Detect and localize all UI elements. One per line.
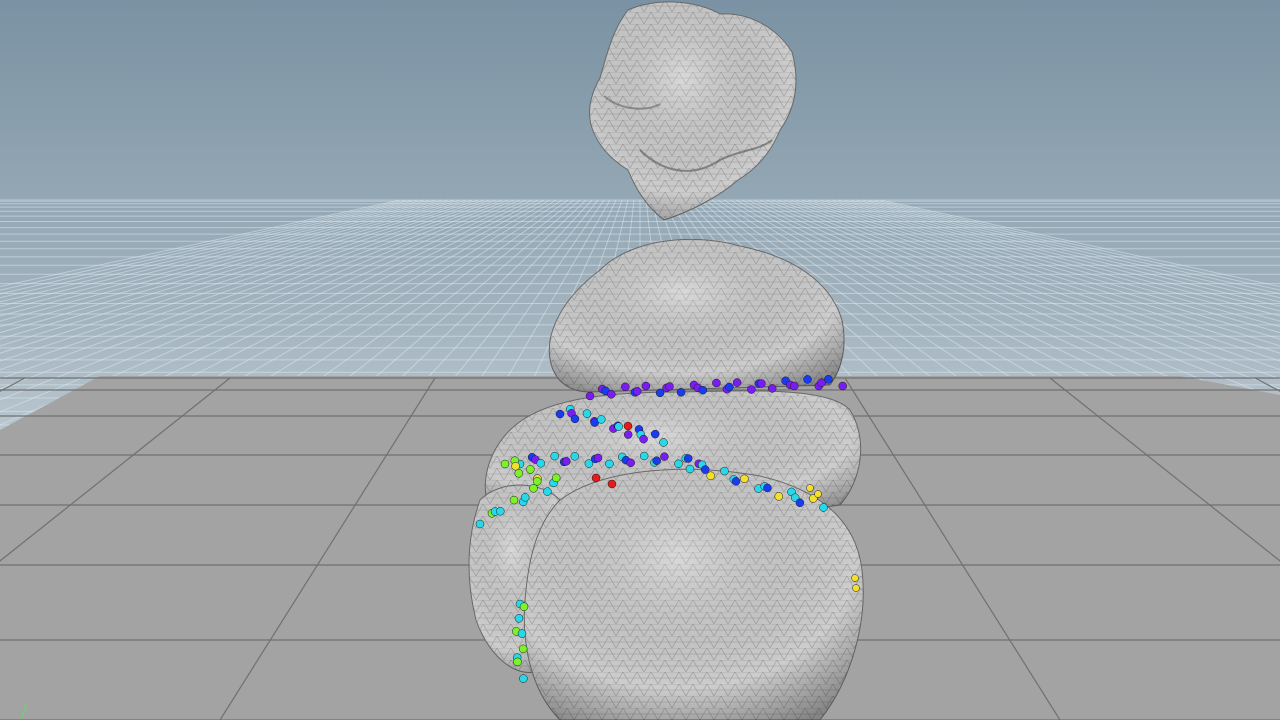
constraint-point <box>593 453 603 463</box>
constraint-point <box>520 493 530 502</box>
constraint-point <box>774 492 784 501</box>
constraint-point <box>511 461 520 471</box>
constraint-point <box>700 465 710 474</box>
constraint-point <box>698 385 708 395</box>
constraint-point <box>795 498 805 508</box>
constraint-point <box>532 477 542 486</box>
constraint-point <box>851 574 859 582</box>
constraint-point <box>536 459 546 468</box>
constraint-point <box>747 385 756 394</box>
constraint-point <box>570 414 580 424</box>
constraint-point <box>517 629 527 638</box>
constraint-point <box>555 409 565 419</box>
constraint-point <box>720 466 729 476</box>
constraint-point <box>659 438 668 447</box>
constraint-point <box>513 657 522 667</box>
constraint-point <box>519 602 529 611</box>
constraint-point-highlight <box>607 479 617 489</box>
constraint-point <box>660 452 669 461</box>
constraint-point <box>838 381 847 391</box>
constraint-point <box>706 471 715 481</box>
constraint-point-highlight <box>591 473 601 483</box>
constraint-point <box>740 474 749 484</box>
constraint-point <box>824 375 833 384</box>
constraint-point <box>731 477 741 486</box>
constraint-point <box>674 459 683 469</box>
constraint-point <box>597 415 606 424</box>
constraint-point <box>655 388 665 398</box>
constraint-point <box>639 434 648 444</box>
constraint-point <box>543 487 552 496</box>
constraint-point <box>475 519 485 529</box>
constraint-point <box>570 452 580 461</box>
constraint-point <box>550 451 559 461</box>
constraint-point <box>790 381 799 391</box>
constraint-point <box>683 454 693 463</box>
constraint-point <box>665 382 674 391</box>
constraint-point <box>621 382 630 392</box>
constraint-point <box>509 495 519 505</box>
constraint-point <box>496 507 505 516</box>
constraint-point <box>650 429 660 439</box>
constraint-point <box>641 381 651 391</box>
constraint-point <box>605 459 614 469</box>
constraint-point <box>632 387 642 396</box>
constraint-point <box>803 375 812 384</box>
constraint-point <box>767 384 777 393</box>
constraint-point <box>626 458 635 468</box>
constraint-point <box>582 409 592 418</box>
constraint-point <box>712 378 721 388</box>
viewport-scene[interactable] <box>0 0 1280 720</box>
constraint-point <box>551 473 561 483</box>
constraint-point <box>819 503 828 512</box>
constraint-point <box>814 490 822 498</box>
constraint-point <box>514 469 524 478</box>
constraint-point <box>763 483 772 493</box>
3d-viewport[interactable] <box>0 0 1280 720</box>
constraint-point <box>585 391 595 401</box>
constraint-point <box>529 484 538 493</box>
constraint-point <box>623 430 633 439</box>
constraint-point <box>500 459 510 469</box>
constraint-point <box>732 378 742 387</box>
constraint-point <box>639 451 649 461</box>
constraint-point <box>806 484 814 492</box>
constraint-point <box>676 388 686 397</box>
constraint-point <box>652 456 661 465</box>
constraint-point-highlight <box>623 421 633 431</box>
constraint-point <box>614 422 623 431</box>
constraint-point <box>519 674 528 683</box>
constraint-point <box>685 464 695 474</box>
constraint-point <box>757 379 766 388</box>
constraint-point <box>562 457 571 466</box>
constraint-point <box>514 614 524 623</box>
constraint-point <box>518 644 528 654</box>
constraint-point <box>852 584 860 592</box>
constraint-point <box>725 382 734 392</box>
constraint-point <box>607 390 616 399</box>
constraint-point <box>526 465 535 474</box>
